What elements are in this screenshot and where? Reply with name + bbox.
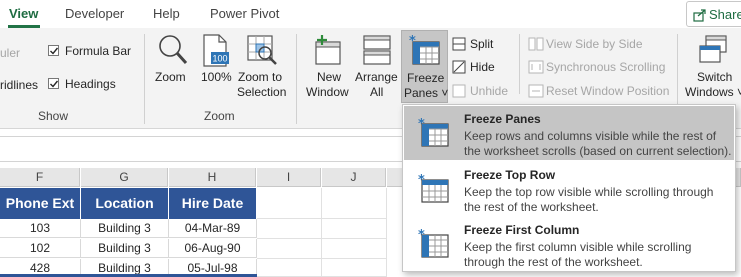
table-cell[interactable]: 04-Mar-89 xyxy=(169,219,257,238)
empty-cell[interactable] xyxy=(257,259,322,277)
empty-cell[interactable] xyxy=(322,259,387,277)
zoom-label: Zoom xyxy=(155,70,186,84)
new-window-label-2: Window xyxy=(306,85,349,99)
synchronous-scrolling-icon xyxy=(528,60,544,74)
switch-windows-label-2: Windows ˅ xyxy=(685,85,741,99)
freeze-top-row-icon: * xyxy=(418,174,449,203)
zoom-100-button[interactable]: 100 100% xyxy=(198,32,234,104)
headings-label: Headings xyxy=(65,77,116,91)
table-cell[interactable]: Building 3 xyxy=(81,239,169,258)
table-cell[interactable]: 103 xyxy=(0,219,81,238)
freeze-panes-icon: * xyxy=(409,34,440,65)
split-button[interactable]: Split xyxy=(470,37,493,51)
empty-cell[interactable] xyxy=(322,239,387,259)
table-cell[interactable]: Building 3 xyxy=(81,219,169,238)
freeze-first-column-icon: * xyxy=(418,229,449,258)
column-header-h[interactable]: H xyxy=(169,168,256,187)
new-window-label-1: New xyxy=(317,70,342,84)
ruler-checkbox-label[interactable]: uler xyxy=(0,46,20,60)
menu-item-description: the rest of the worksheet. xyxy=(464,200,599,214)
column-header-g[interactable]: G xyxy=(81,168,168,187)
arrange-all-icon xyxy=(363,35,391,65)
share-button[interactable]: Share xyxy=(686,1,741,27)
unhide-icon xyxy=(452,84,466,98)
group-separator xyxy=(296,34,297,124)
menu-item-title: Freeze Top Row xyxy=(464,168,556,182)
zoom-100-icon-text: 100 xyxy=(212,54,227,64)
tab-power-pivot[interactable]: Power Pivot xyxy=(210,6,279,21)
share-label: Share xyxy=(709,7,741,22)
gridlines-checkbox-label[interactable]: ridlines xyxy=(0,78,38,92)
switch-windows-label-1: Switch xyxy=(697,70,733,84)
group-separator xyxy=(519,34,520,94)
empty-cell[interactable] xyxy=(257,188,322,219)
formula-bar-checkbox[interactable] xyxy=(48,45,59,56)
arrange-all-label-2: All xyxy=(370,85,384,99)
synchronous-scrolling-button[interactable]: Synchronous Scrolling xyxy=(546,60,665,74)
arrange-all-label-1: Arrange xyxy=(355,70,398,84)
check-icon xyxy=(50,80,59,88)
freeze-panes-label-2: Panes ˅ xyxy=(404,86,449,100)
zoom-100-icon: 100 xyxy=(203,34,229,67)
freeze-panes-button[interactable]: * Freeze Panes ˅ xyxy=(401,30,448,103)
column-header-i[interactable]: I xyxy=(257,168,321,187)
new-window-icon xyxy=(315,35,341,65)
zoom-to-selection-icon xyxy=(247,35,277,65)
zoom-100-label: 100% xyxy=(201,70,232,84)
check-icon xyxy=(50,47,59,55)
zoom-to-selection-button[interactable]: Zoom to Selection xyxy=(236,32,288,104)
reset-window-position-button[interactable]: Reset Window Position xyxy=(546,84,669,98)
freeze-panes-icon: * xyxy=(418,118,449,147)
freeze-panes-menu: * Freeze Panes Keep rows and columns vis… xyxy=(402,104,736,272)
empty-cell[interactable] xyxy=(257,219,322,239)
menu-item-freeze-top-row[interactable]: * Freeze Top Row Keep the top row visibl… xyxy=(404,162,734,216)
empty-cell[interactable] xyxy=(257,239,322,259)
hide-button[interactable]: Hide xyxy=(470,60,495,74)
menu-item-description: Keep the first column visible while scro… xyxy=(464,240,692,254)
reset-window-position-icon xyxy=(528,84,544,98)
menu-item-freeze-panes[interactable]: * Freeze Panes Keep rows and columns vis… xyxy=(404,106,734,160)
zoom-group-label: Zoom xyxy=(204,109,235,123)
show-group-label: Show xyxy=(38,109,69,123)
empty-cell[interactable] xyxy=(322,219,387,239)
table-header-phone-ext[interactable]: Phone Ext xyxy=(0,188,81,219)
menu-item-description: through the rest of the worksheet. xyxy=(464,255,643,269)
arrange-all-button[interactable]: Arrange All xyxy=(354,32,400,104)
column-header-j[interactable]: J xyxy=(322,168,386,187)
tab-view[interactable]: View xyxy=(9,6,38,21)
table-cell[interactable]: 06-Aug-90 xyxy=(169,239,257,258)
zoom-button[interactable]: Zoom xyxy=(152,32,192,104)
menu-item-title: Freeze Panes xyxy=(464,112,541,126)
table-header-location[interactable]: Location xyxy=(81,188,169,219)
share-icon xyxy=(693,9,706,22)
magnifier-icon xyxy=(159,35,188,65)
ribbon-tab-bar: View Developer Help Power Pivot Share xyxy=(0,0,741,28)
column-header-f[interactable]: F xyxy=(0,168,80,187)
menu-item-description: Keep rows and columns visible while the … xyxy=(464,129,717,143)
freeze-panes-label-1: Freeze xyxy=(407,71,445,85)
tab-developer[interactable]: Developer xyxy=(65,6,124,21)
switch-windows-button[interactable]: Switch Windows ˅ xyxy=(684,32,741,104)
group-separator xyxy=(144,34,145,124)
hide-icon xyxy=(452,60,466,74)
zoom-to-label-2: Selection xyxy=(237,85,287,99)
formula-bar-label: Formula Bar xyxy=(65,44,132,58)
menu-item-description: the worksheet scrolls (based on current … xyxy=(464,144,732,158)
zoom-to-label-1: Zoom to xyxy=(238,70,283,84)
new-window-button[interactable]: New Window xyxy=(304,32,352,104)
menu-item-freeze-first-column[interactable]: * Freeze First Column Keep the first col… xyxy=(404,217,734,271)
view-side-by-side-icon xyxy=(528,37,544,51)
menu-item-description: Keep the top row visible while scrolling… xyxy=(464,185,714,199)
menu-item-title: Freeze First Column xyxy=(464,223,580,237)
view-side-by-side-button[interactable]: View Side by Side xyxy=(546,37,643,51)
table-header-hire-date[interactable]: Hire Date xyxy=(169,188,257,219)
headings-checkbox[interactable] xyxy=(48,78,59,89)
tab-help[interactable]: Help xyxy=(153,6,180,21)
split-icon xyxy=(452,37,466,51)
empty-cell[interactable] xyxy=(322,188,387,219)
switch-windows-icon xyxy=(699,35,727,63)
table-cell[interactable]: 102 xyxy=(0,239,81,258)
unhide-button[interactable]: Unhide xyxy=(470,84,508,98)
